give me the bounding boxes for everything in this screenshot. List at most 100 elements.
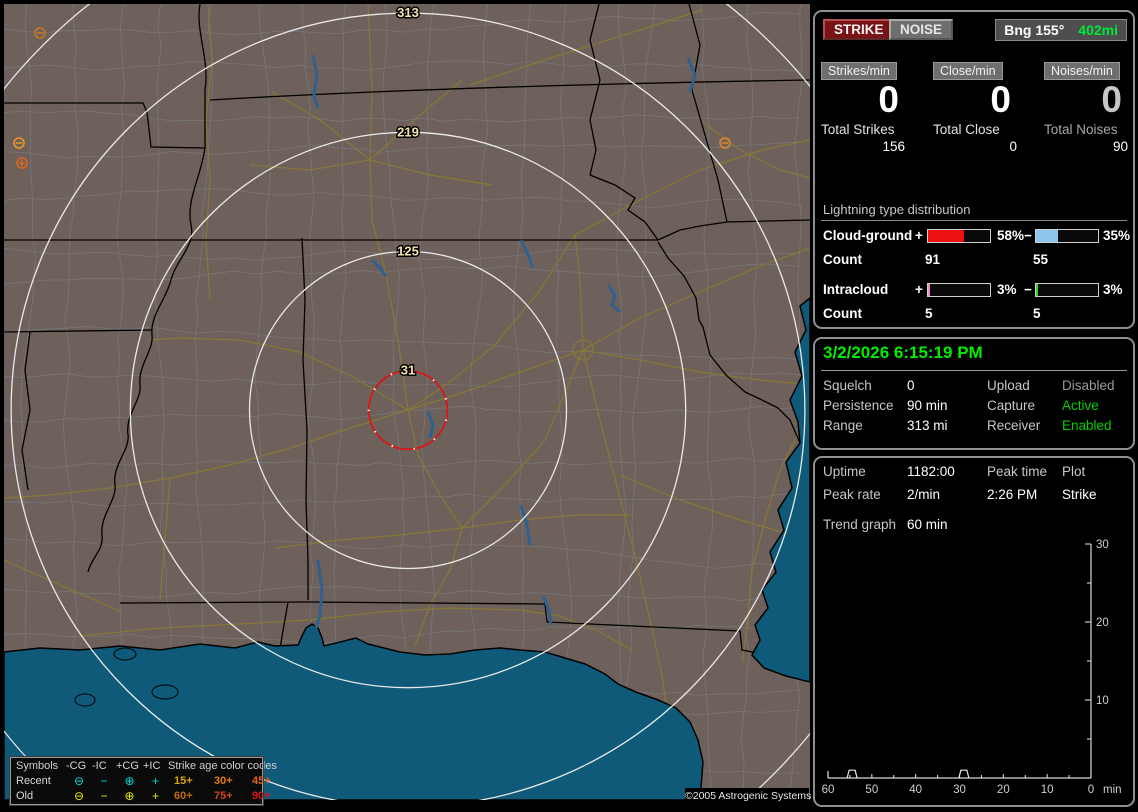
age-90: 90+ [252,789,271,802]
minus-sign: − [1024,228,1032,243]
ic-plus-percent: 3% [997,282,1017,297]
legend-old-label: Old [16,789,34,802]
legend-age-header: Strike age color codes [168,759,277,772]
persistence-row: Persistence 90 min Capture Active [815,398,1133,416]
pos-ic-old-icon: + [151,788,159,803]
persistence-label: Persistence [823,398,894,413]
status-panel: 3/2/2026 6:15:19 PM Squelch 0 Upload Dis… [813,337,1135,450]
legend-symbols-header: Symbols [16,759,59,772]
legend-col-neg-ic: -IC [92,759,107,772]
close-per-min-value: 0 [990,79,1011,120]
bearing-readout: Bng 155° 402mi [995,19,1127,41]
cg-count-label: Count [823,252,862,267]
svg-text:60: 60 [822,784,835,796]
svg-text:30: 30 [1096,539,1109,551]
receiver-label: Receiver [987,418,1041,433]
datetime-display: 3/2/2026 6:15:19 PM [821,343,1127,371]
map-graphics: 125 219 313 31 [4,4,810,800]
ic-plus-bar [927,283,991,297]
neg-cg-old-icon: ⊖ [73,788,85,803]
strike-button[interactable]: STRIKE [823,19,895,40]
app-window: { "controls": { "strike": "STRIKE", "noi… [0,0,1138,812]
bearing-label: Bng 155° [1004,22,1065,38]
cloud-ground-row: Cloud-ground + 58% − 35% [815,228,1133,245]
age-75: 75+ [214,789,233,802]
persistence-value: 90 min [907,398,948,413]
close-per-min-label: Close/min [933,62,1003,80]
plus-sign: + [915,228,923,243]
neg-cg-recent-icon: ⊖ [73,773,85,788]
cloud-ground-label: Cloud-ground [823,228,913,243]
ic-minus-count: 5 [1033,306,1041,321]
legend-recent-label: Recent [16,774,51,787]
neg-ic-recent-icon: − [100,773,108,788]
pos-cg-recent-icon: ⊕ [124,773,135,788]
range-row: Range 313 mi Receiver Enabled [815,418,1133,436]
svg-text:30: 30 [953,784,966,796]
pos-cg-old-icon: ⊕ [124,788,135,803]
noises-per-min-label: Noises/min [1044,62,1120,80]
distribution-divider [821,220,1127,221]
intracloud-count-row: Count 5 5 [815,306,1133,323]
squelch-value: 0 [907,378,915,393]
noises-counter-column: Noises/min 0 Total Noises 90 [1044,62,1130,154]
legend-col-pos-ic: +IC [143,759,161,772]
svg-text:20: 20 [1096,617,1109,629]
trend-panel: Uptime 1182:00 Peak time Plot Peak rate … [813,456,1135,807]
trend-graph: 30 20 10 60 50 40 30 20 10 0 min [822,539,1122,796]
distribution-header: Lightning type distribution [823,202,971,217]
intracloud-row: Intracloud + 3% − 3% [815,282,1133,299]
map-canvas[interactable]: 125 219 313 31 Symbols -CG -IC +CG +IC Stri… [4,4,811,806]
ic-plus-count: 5 [925,306,933,321]
noise-button[interactable]: NOISE [889,19,954,40]
cloud-ground-count-row: Count 91 55 [815,252,1133,269]
age-15: 15+ [174,774,193,787]
ic-minus-bar-fill [1036,284,1038,296]
upload-label: Upload [987,378,1030,393]
plus-sign: + [915,282,923,297]
total-noises-value: 90 [1112,139,1128,154]
bearing-distance: 402mi [1078,22,1118,38]
ic-plus-bar-fill [928,284,930,296]
cg-minus-count: 55 [1033,252,1049,267]
age-60: 60+ [174,789,193,802]
total-strikes-value: 156 [882,139,905,154]
receiver-status: Enabled [1062,418,1112,433]
svg-text:50: 50 [865,784,878,796]
strikes-counter-column: Strikes/min 0 Total Strikes 156 [821,62,907,154]
noises-per-min-value: 0 [1101,79,1122,120]
svg-text:10: 10 [1041,784,1054,796]
cg-minus-bar-fill [1036,230,1058,242]
svg-text:0: 0 [1088,784,1094,796]
svg-text:313: 313 [397,5,419,20]
cg-plus-percent: 58% [997,228,1025,243]
neg-ic-old-icon: − [100,788,108,803]
legend-col-pos-cg: +CG [116,759,139,772]
intracloud-label: Intracloud [823,282,889,297]
ic-minus-percent: 3% [1103,282,1123,297]
cg-minus-percent: 35% [1103,228,1131,243]
cg-plus-count: 91 [925,252,941,267]
ic-count-label: Count [823,306,862,321]
pos-ic-recent-icon: + [151,773,159,788]
svg-text:20: 20 [997,784,1010,796]
strikes-per-min-value: 0 [878,79,899,120]
upload-status: Disabled [1062,378,1115,393]
cg-minus-bar [1035,229,1099,243]
svg-text:219: 219 [397,124,419,139]
total-close-label: Total Close [933,122,1000,137]
minus-sign: − [1024,282,1032,297]
total-close-value: 0 [1009,139,1017,154]
capture-label: Capture [987,398,1036,413]
squelch-row: Squelch 0 Upload Disabled [815,378,1133,396]
svg-text:40: 40 [909,784,922,796]
age-30: 30+ [214,774,233,787]
counters-panel: STRIKE NOISE Bng 155° 402mi Strikes/min 0… [813,10,1135,329]
cg-plus-bar [927,229,991,243]
close-counter-column: Close/min 0 Total Close 0 [933,62,1019,154]
range-value: 313 mi [907,418,948,433]
lightning-distribution-section: Lightning type distribution Cloud-ground… [815,202,1133,321]
svg-text:min: min [1103,784,1122,796]
age-45: 45+ [252,774,271,787]
capture-status: Active [1062,398,1099,413]
